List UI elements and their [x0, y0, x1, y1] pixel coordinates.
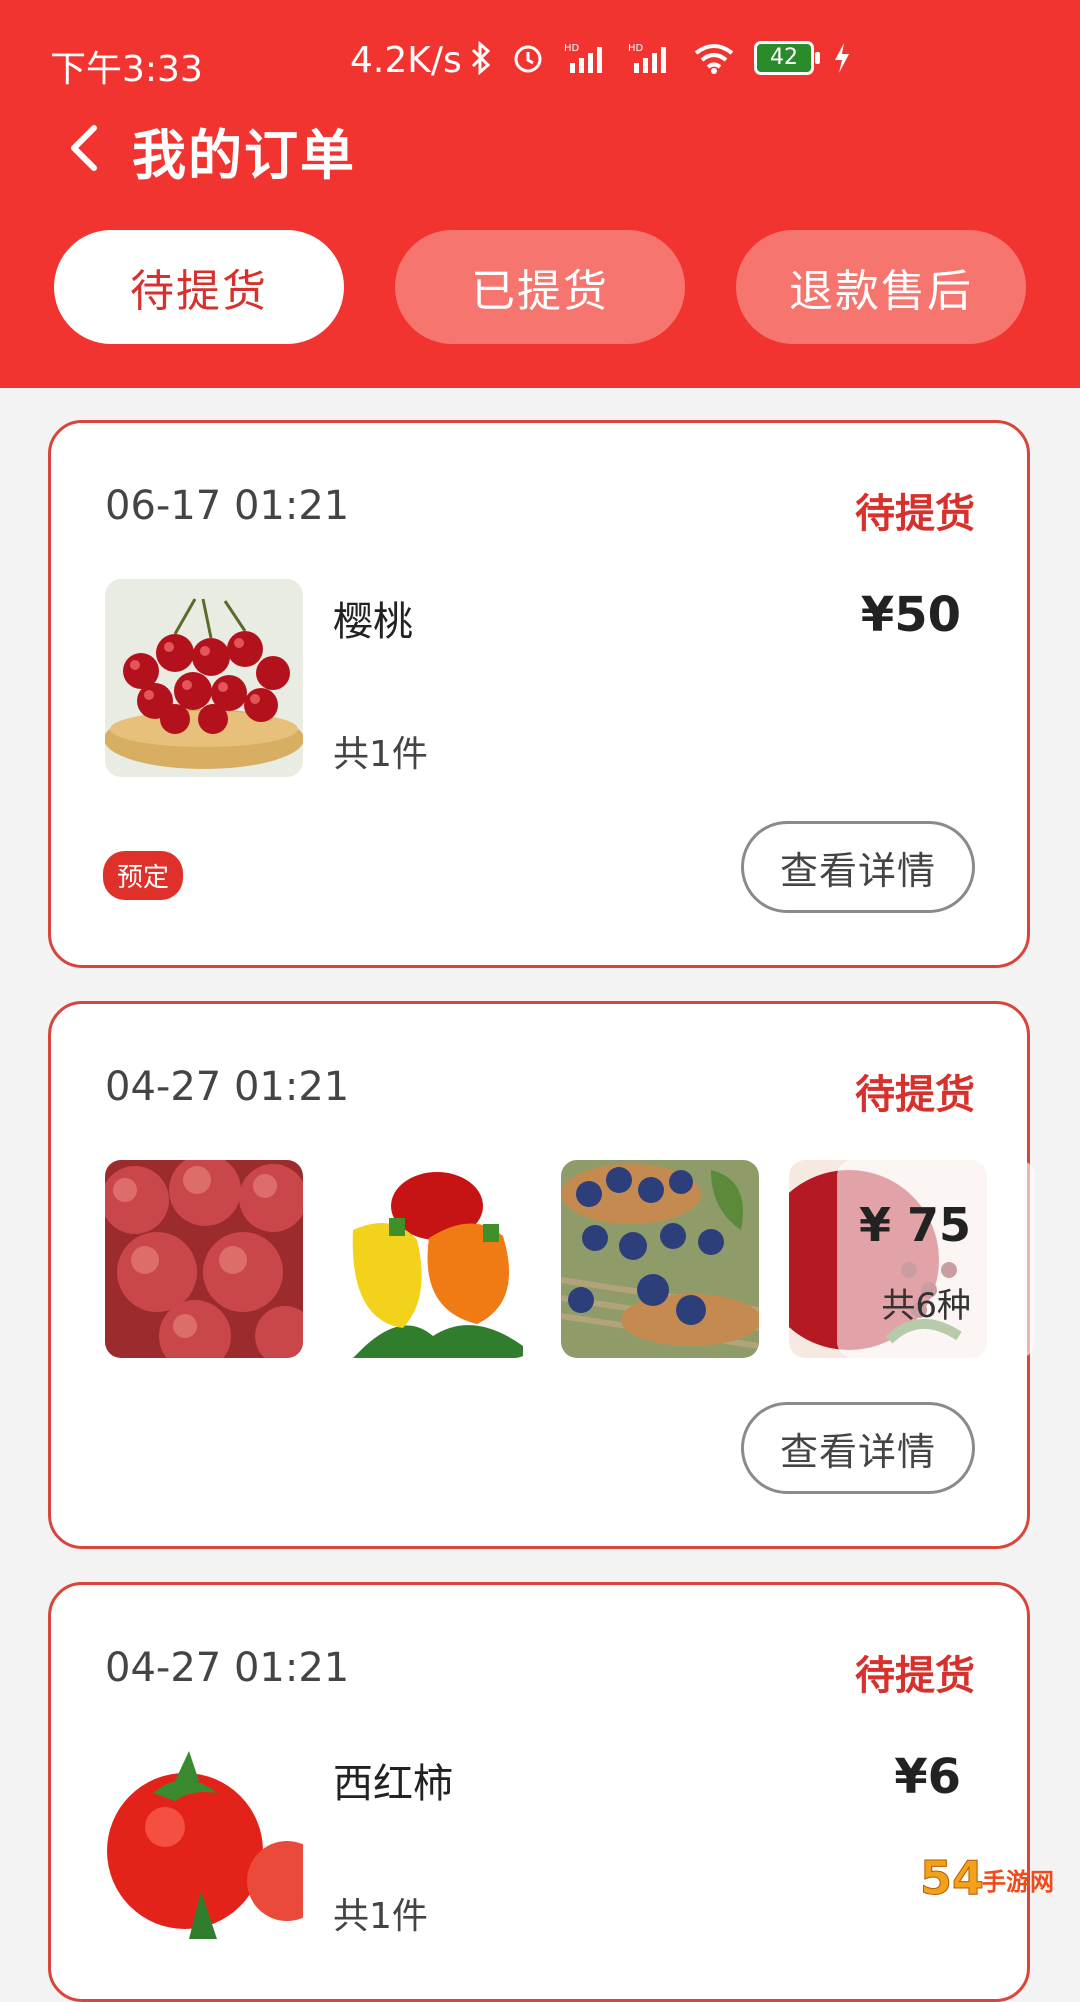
tab-pending-pickup[interactable]: 待提货	[54, 230, 344, 344]
svg-text:HD: HD	[564, 43, 580, 54]
cherry-image	[105, 579, 303, 777]
order-date: 04-27 01:21	[105, 1064, 350, 1110]
product-count: 共1件	[333, 1896, 428, 1937]
svg-text:手游网: 手游网	[982, 1868, 1054, 1896]
order-card[interactable]: 06-17 01:21 待提货 樱桃 共1件 ¥50 预定 查看详情	[48, 420, 1030, 968]
nav-bar: 我的订单	[60, 112, 356, 188]
order-date: 06-17 01:21	[105, 483, 350, 529]
product-count: 共1件	[333, 734, 428, 775]
order-status: 待提货	[855, 1653, 975, 1699]
charging-icon	[832, 41, 852, 75]
order-price: ¥6	[894, 1749, 961, 1805]
tab-picked-up[interactable]: 已提货	[395, 230, 685, 344]
product-name: 樱桃	[333, 599, 413, 645]
tomato-image	[105, 1741, 303, 1939]
blueberry-image	[561, 1160, 759, 1358]
order-status: 待提货	[855, 1072, 975, 1118]
product-count: 共6种	[881, 1286, 971, 1326]
wifi-icon	[692, 41, 736, 75]
product-name: 西红柿	[333, 1761, 453, 1807]
view-details-button[interactable]: 查看详情	[741, 1402, 975, 1494]
svg-text:HD: HD	[628, 43, 644, 54]
apple-image	[105, 1160, 303, 1358]
order-date: 04-27 01:21	[105, 1645, 350, 1691]
watermark-logo: 54 手游网	[920, 1846, 1070, 1912]
order-card[interactable]: 04-27 01:21 待提货 ¥ 75 共6种 查看详情	[48, 1001, 1035, 1549]
view-details-button[interactable]: 查看详情	[741, 821, 975, 913]
status-time: 下午3:33	[50, 49, 203, 90]
preorder-tag: 预定	[103, 851, 184, 900]
price-overlay	[837, 1160, 1035, 1358]
hd-signal-icon: HD	[564, 41, 610, 75]
order-tabs: 待提货 已提货 退款售后	[54, 230, 1026, 344]
order-price: ¥ 75	[858, 1198, 971, 1252]
alarm-icon	[510, 40, 546, 76]
order-status: 待提货	[855, 491, 975, 537]
hd-signal-icon: HD	[628, 41, 674, 75]
svg-text:54: 54	[920, 1851, 984, 1905]
back-icon[interactable]	[60, 122, 132, 178]
header: 下午3:33 4.2K/s HD HD 42 我的订单 待提货 已提货 退款售后	[0, 0, 1080, 388]
tab-refund-aftersale[interactable]: 退款售后	[736, 230, 1026, 344]
battery-icon: 42	[754, 41, 820, 75]
network-speed: 4.2K/s	[350, 40, 462, 81]
status-bar: 下午3:33 4.2K/s HD HD 42	[0, 0, 1080, 120]
order-price: ¥50	[860, 587, 961, 643]
page-title: 我的订单	[132, 123, 356, 187]
bluetooth-icon	[470, 41, 492, 75]
pepper-image	[333, 1160, 531, 1358]
status-icons: HD HD 42	[470, 40, 852, 76]
order-card[interactable]: 04-27 01:21 待提货 西红柿 共1件 ¥6	[48, 1582, 1030, 2002]
